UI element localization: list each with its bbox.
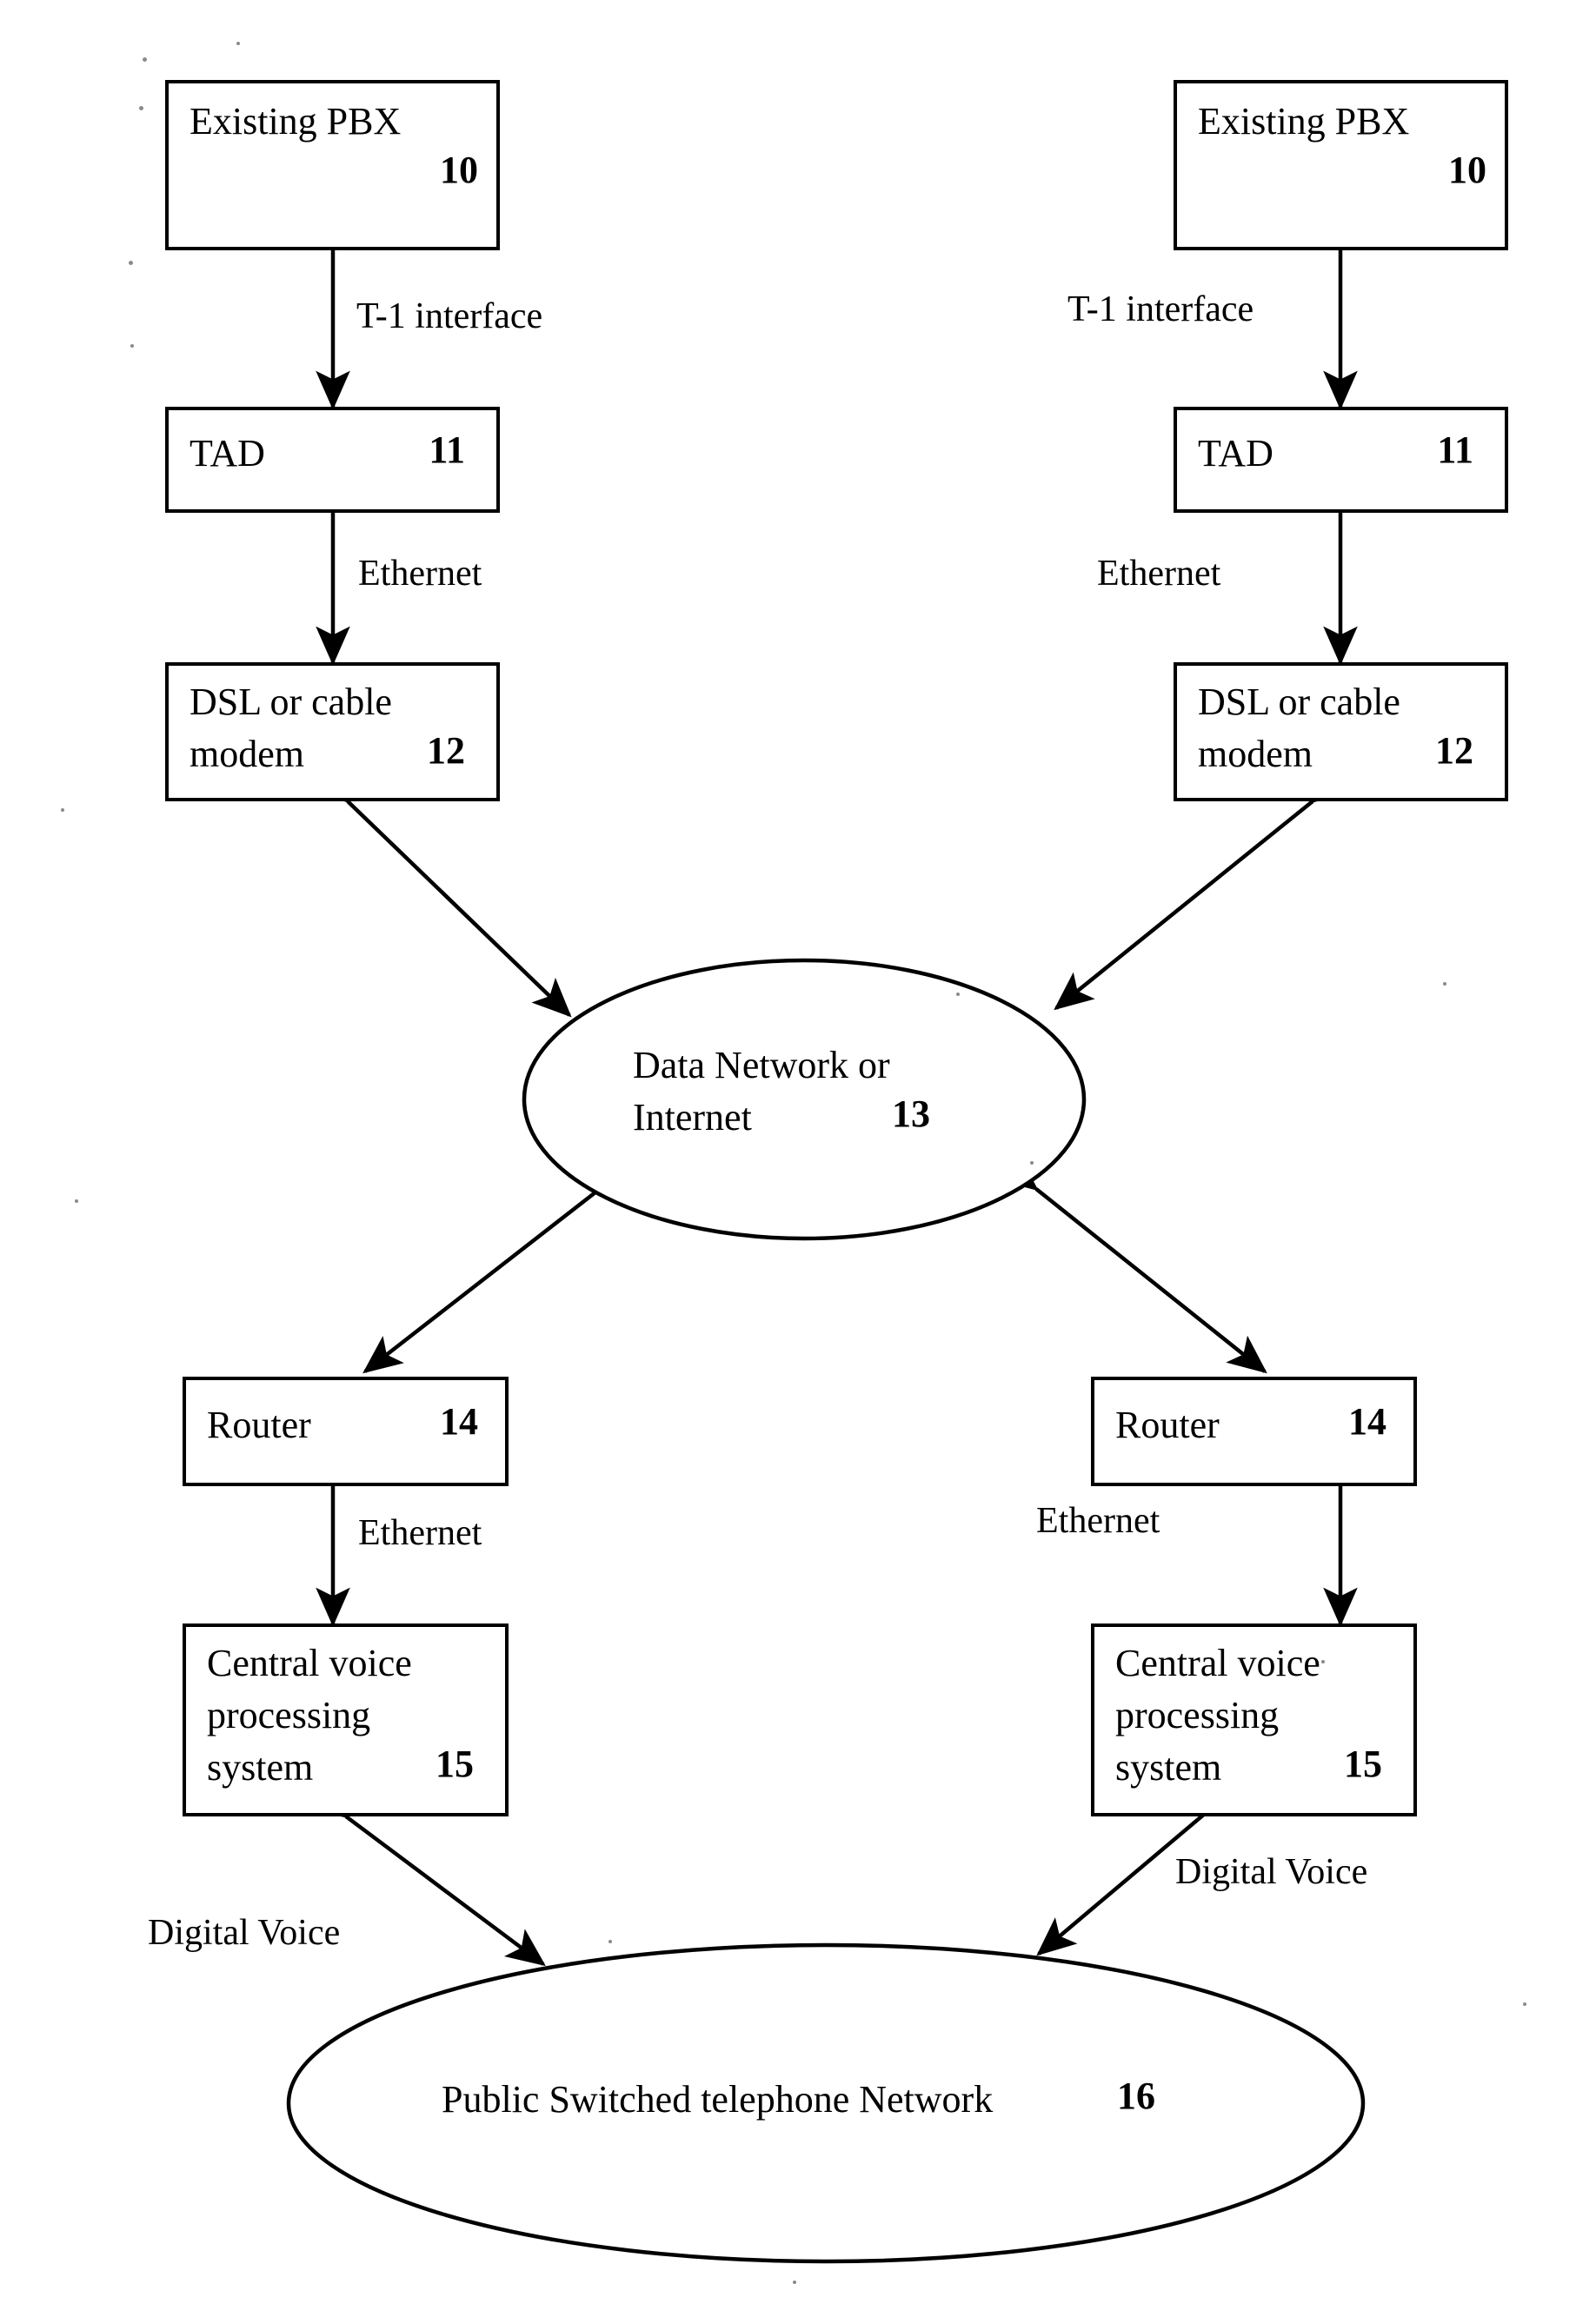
- node-cvps-right-number: 15: [1344, 1743, 1382, 1785]
- scan-speck: [75, 1199, 78, 1203]
- node-router-right-number: 14: [1348, 1400, 1387, 1443]
- node-pbx-left-number: 10: [440, 149, 478, 191]
- node-tad-right-number: 11: [1437, 428, 1473, 471]
- scan-speck: [130, 344, 134, 348]
- node-router-left-number: 14: [440, 1400, 478, 1443]
- pstn-number: 16: [1117, 2075, 1155, 2117]
- node-pbx-left-label: Existing PBX: [190, 100, 402, 143]
- diagram-canvas: Existing PBX 10 TAD 11 DSL or cable mode…: [0, 0, 1596, 2324]
- node-tad-left-number: 11: [429, 428, 465, 471]
- edge-modem-network-right: [1054, 765, 1352, 1011]
- scan-speck: [129, 261, 133, 265]
- edge-label-digital-voice-left: Digital Voice: [148, 1913, 341, 1953]
- data-network-label: Data Network or Internet: [633, 1044, 890, 1139]
- edge-network-router-left: [362, 1152, 639, 1374]
- edge-modem-network-left: [309, 764, 572, 1018]
- data-network-number: 13: [892, 1092, 930, 1135]
- node-modem-right-number: 12: [1435, 729, 1473, 772]
- node-modem-left-number: 12: [427, 729, 465, 772]
- node-pbx-right-label: Existing PBX: [1198, 100, 1410, 143]
- edge-label-ethernet-router-right: Ethernet: [1036, 1501, 1160, 1541]
- scan-speck: [793, 2281, 796, 2284]
- edge-label-ethernet-modem-left: Ethernet: [358, 554, 482, 594]
- edge-label-t1-left: T-1 interface: [356, 296, 543, 336]
- connector-layer: [286, 214, 1366, 2264]
- edge-label-ethernet-modem-right: Ethernet: [1097, 554, 1221, 594]
- scan-speck: [1030, 1161, 1034, 1165]
- edge-label-digital-voice-right: Digital Voice: [1175, 1852, 1368, 1892]
- scan-speck: [1443, 982, 1446, 986]
- scan-speck: [608, 1940, 612, 1943]
- edge-cvps-pstn-left: [306, 1781, 546, 1967]
- pstn-label: Public Switched telephone Network: [442, 2078, 994, 2121]
- scan-speck: [1523, 2002, 1526, 2006]
- edge-label-ethernet-router-left: Ethernet: [358, 1513, 482, 1553]
- edge-label-t1-right: T-1 interface: [1067, 289, 1254, 329]
- node-cvps-left-number: 15: [436, 1743, 474, 1785]
- edge-network-router-right: [997, 1152, 1267, 1374]
- scan-speck: [956, 993, 960, 996]
- scan-speck: [143, 57, 147, 62]
- scan-speck: [61, 808, 64, 812]
- scan-speck: [236, 42, 240, 45]
- node-pbx-right-number: 10: [1448, 149, 1486, 191]
- scan-speck: [1321, 1660, 1325, 1663]
- scan-speck: [139, 106, 143, 110]
